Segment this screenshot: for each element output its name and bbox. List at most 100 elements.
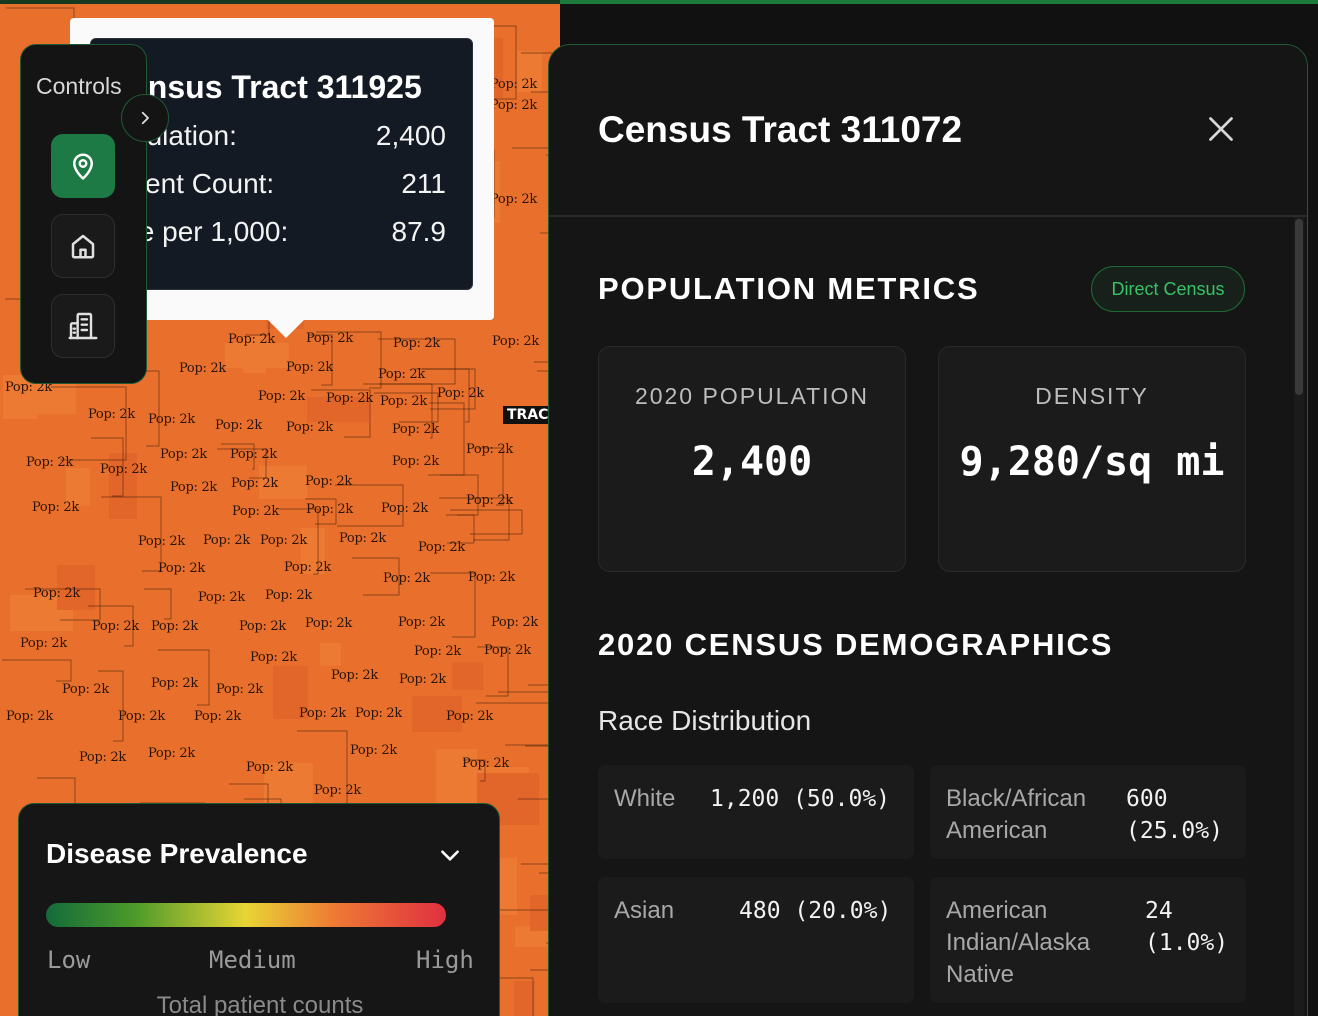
tract-label: Pop: 2k [265,588,312,603]
tract-label: Pop: 2k [286,420,333,435]
tract-label: Pop: 2k [381,501,428,516]
tract-label: Pop: 2k [306,502,353,517]
metric-value: 9,280/sq mi [959,439,1225,485]
tract-label: Pop: 2k [399,672,446,687]
tract-label: Pop: 2k [231,476,278,491]
tract-label: Pop: 2k [160,447,207,462]
header-divider [549,215,1307,217]
tract-label: Pop: 2k [380,394,427,409]
prevalence-gradient-bar [46,903,446,927]
selected-tract-badge: TRAC [503,406,553,424]
tract-label: Pop: 2k [305,616,352,631]
tooltip-label: tient Count: [131,168,275,199]
tract-label: Pop: 2k [492,334,539,349]
tract-label: Pop: 2k [158,561,205,576]
tract-label: Pop: 2k [239,619,286,634]
top-bar [0,0,1318,4]
controls-panel: Controls [20,44,147,384]
tract-label: Pop: 2k [100,462,147,477]
tract-label: Pop: 2k [6,709,53,724]
race-distribution-heading: Race Distribution [598,705,812,736]
tract-label: Pop: 2k [414,644,461,659]
chevron-down-icon[interactable] [437,842,463,868]
legend-high-label: High [416,946,474,974]
tract-detail-panel: Census Tract 311072 POPULATION METRICS D… [548,44,1308,1016]
tract-label: Pop: 2k [331,668,378,683]
tract-label: Pop: 2k [305,474,352,489]
tract-label: Pop: 2k [215,418,262,433]
building-icon [68,312,98,340]
tract-label: Pop: 2k [383,571,430,586]
tract-label: Pop: 2k [299,706,346,721]
race-value: 480 (20.0%) [739,898,892,924]
race-value: 600 (25.0%) [1126,786,1223,844]
tract-label: Pop: 2k [148,412,195,427]
tract-label: Pop: 2k [203,533,250,548]
map-pin-button[interactable] [51,134,115,198]
metric-label: DENSITY [1035,383,1149,409]
tract-label: Pop: 2k [258,389,305,404]
race-value: 1,200 (50.0%) [710,786,891,812]
metric-value: 2,400 [691,439,813,485]
tooltip-row-rate: te per 1,000: 87.9 [131,214,446,250]
legend-subtitle: Total patient counts [156,992,364,1016]
controls-title: Controls [36,73,122,99]
tract-label: Pop: 2k [326,391,373,406]
panel-title: Census Tract 311072 [598,109,963,150]
tooltip-row-population: pulation: 2,400 [131,118,446,154]
race-name: Black/African American [946,785,1087,844]
tract-label: Pop: 2k [62,682,109,697]
tract-label: Pop: 2k [148,746,195,761]
tract-label: Pop: 2k [230,447,277,462]
tract-label: Pop: 2k [314,783,361,798]
population-card: 2020 POPULATION 2,400 [598,346,906,572]
tract-label: Pop: 2k [170,480,217,495]
tract-label: Pop: 2k [20,636,67,651]
tract-label: Pop: 2k [198,590,245,605]
scrollbar-thumb[interactable] [1295,219,1303,395]
legend-medium-label: Medium [209,946,296,974]
tract-label: Pop: 2k [33,586,80,601]
tract-label: Pop: 2k [26,455,73,470]
tract-label: Pop: 2k [446,709,493,724]
population-metrics-heading: POPULATION METRICS [598,271,980,306]
tract-label: Pop: 2k [216,682,263,697]
race-value: 24 (1.0%) [1145,898,1229,956]
tract-label: Pop: 2k [151,619,198,634]
tract-label: Pop: 2k [138,534,185,549]
map-pin-icon [73,153,93,180]
tract-label: Pop: 2k [32,500,79,515]
tract-label: Pop: 2k [284,560,331,575]
race-card-white: White 1,200 (50.0%) [598,765,914,859]
tract-label: Pop: 2k [151,676,198,691]
direct-census-badge: Direct Census [1091,266,1245,312]
tract-label: Pop: 2k [232,504,279,519]
close-icon[interactable] [1203,111,1239,147]
demographics-heading: 2020 CENSUS DEMOGRAPHICS [598,627,1114,662]
tract-label: Pop: 2k [350,743,397,758]
tract-label: Pop: 2k [437,386,484,401]
home-icon [71,234,95,259]
tract-label: Pop: 2k [194,709,241,724]
expand-controls-button[interactable] [121,94,169,142]
disease-prevalence-legend: Disease Prevalence Low Medium High Total… [18,803,500,1016]
tract-label: Pop: 2k [378,367,425,382]
tooltip-row-patient-count: tient Count: 211 [131,166,446,202]
chevron-right-icon [141,111,149,125]
tract-label: Pop: 2k [398,615,445,630]
tooltip-label: te per 1,000: [131,216,289,247]
tract-label: Pop: 2k [418,540,465,555]
tract-label: Pop: 2k [462,756,509,771]
tract-label: Pop: 2k [260,533,307,548]
tract-label: Pop: 2k [286,360,333,375]
tract-label: Pop: 2k [468,570,515,585]
race-card-native: American Indian/Alaska Native 24 (1.0%) [930,877,1246,1003]
race-card-black: Black/African American 600 (25.0%) [930,765,1246,859]
tract-label: Pop: 2k [179,361,226,376]
tract-label: Pop: 2k [306,331,353,346]
tooltip-value: 87.9 [391,216,447,247]
building-button[interactable] [51,294,115,358]
tract-label: Pop: 2k [490,192,537,207]
tract-label: Pop: 2k [79,750,126,765]
home-button[interactable] [51,214,115,278]
